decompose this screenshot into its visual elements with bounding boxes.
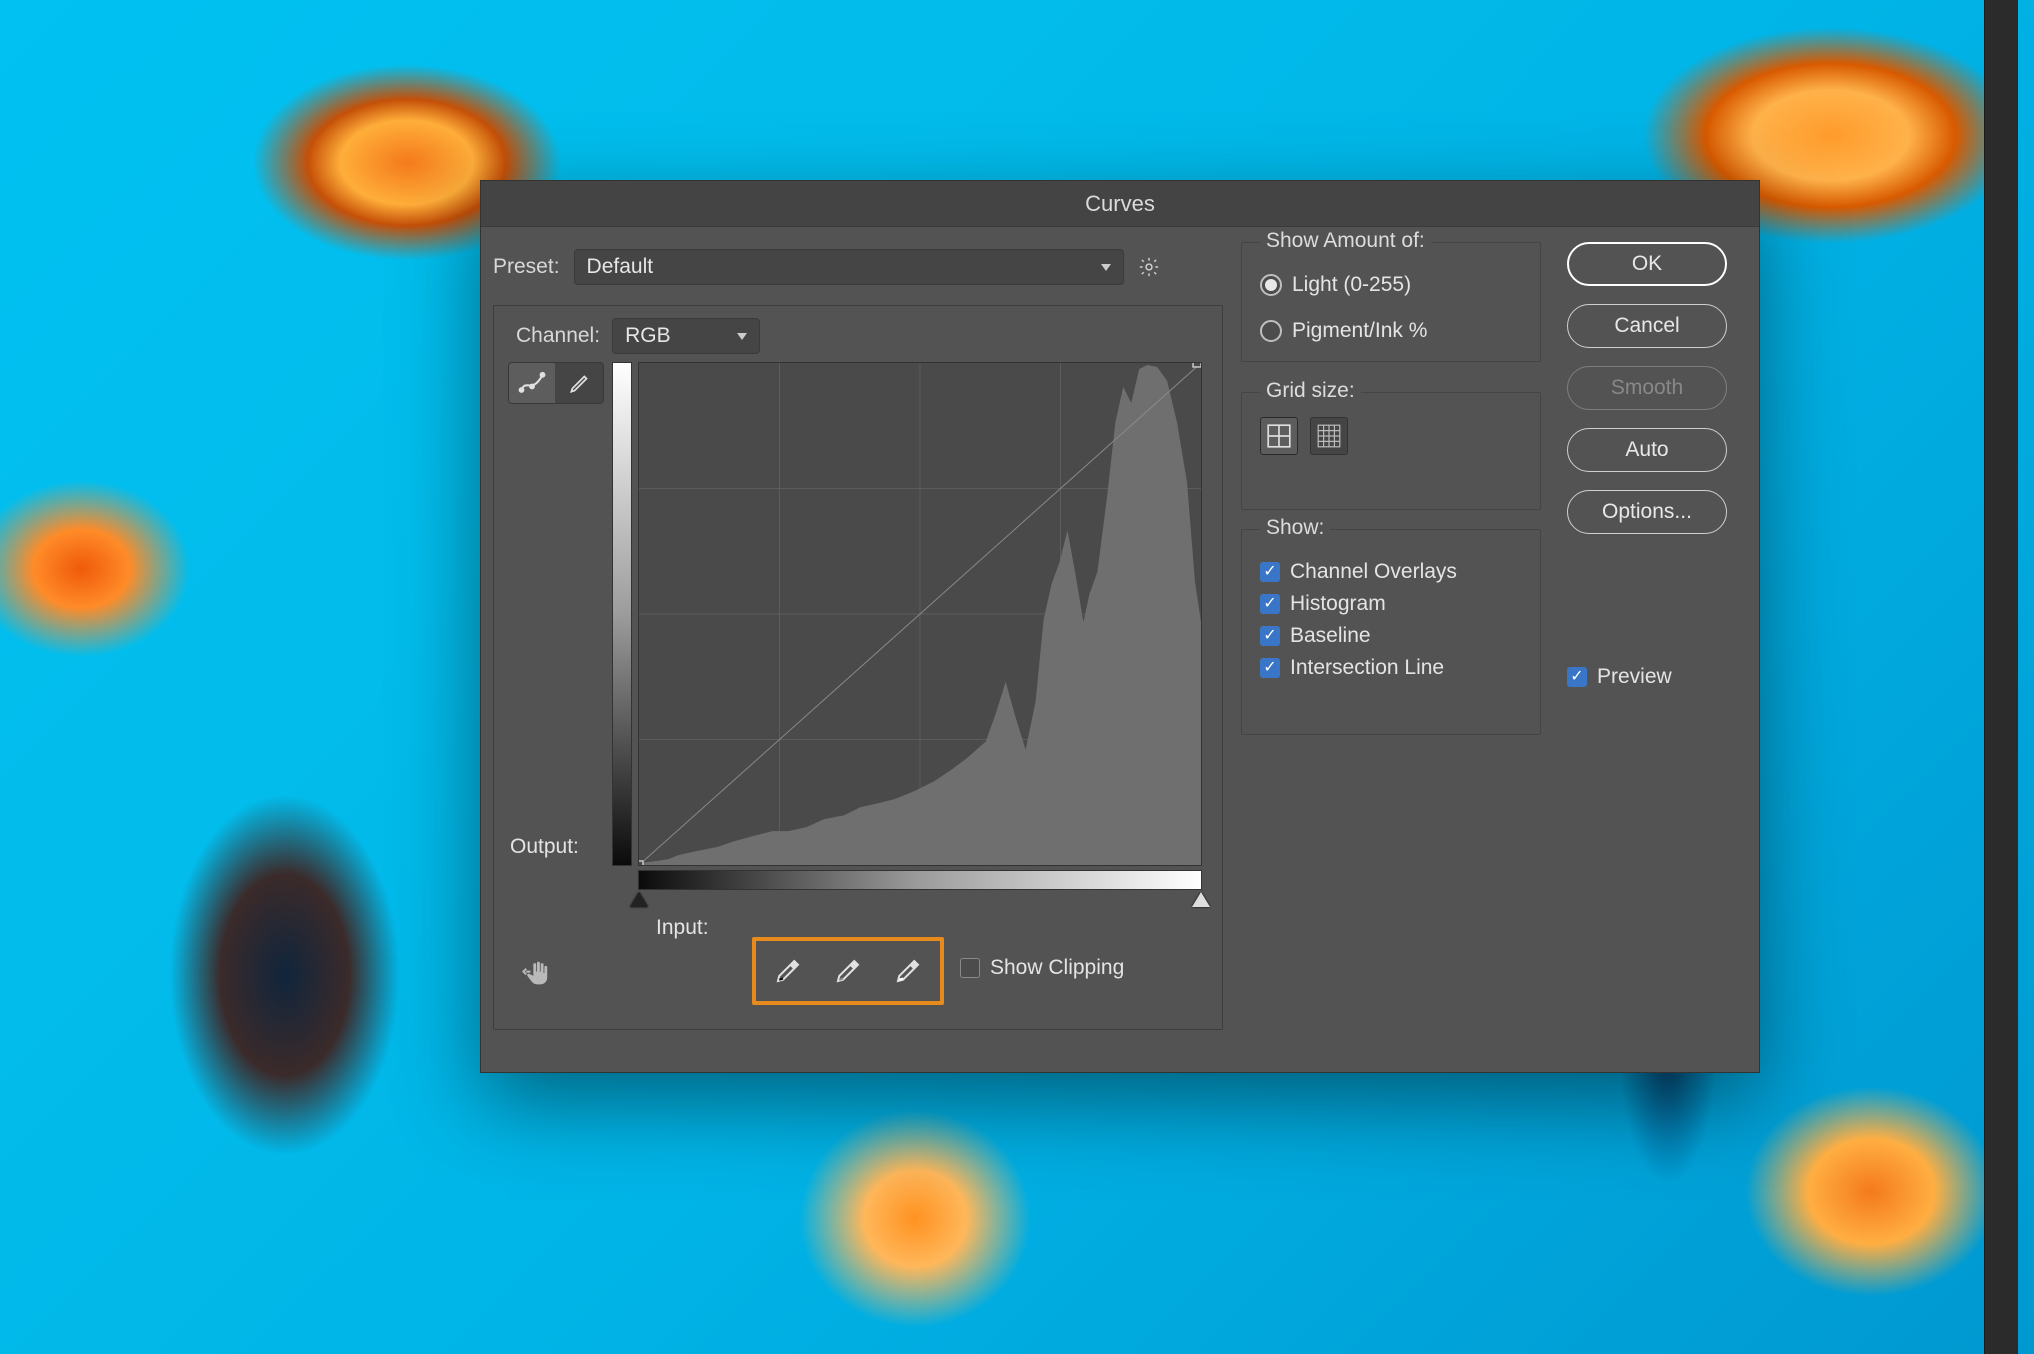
input-gradient <box>638 870 1202 890</box>
black-point-slider[interactable] <box>630 892 648 907</box>
grid-size-legend: Grid size: <box>1260 379 1361 403</box>
show-clipping-row[interactable]: Show Clipping <box>960 956 1124 980</box>
chevron-down-icon <box>737 333 747 340</box>
radio-light-label: Light (0-255) <box>1292 273 1411 297</box>
preview-row[interactable]: Preview <box>1567 665 1672 689</box>
auto-button[interactable]: Auto <box>1567 428 1727 472</box>
preset-row: Preset: Default <box>493 249 1162 285</box>
ok-button[interactable]: OK <box>1567 242 1727 286</box>
check-baseline-label: Baseline <box>1290 624 1371 648</box>
eyedropper-group-highlight <box>752 937 944 1005</box>
radio-light[interactable]: Light (0-255) <box>1260 273 1522 297</box>
cancel-button[interactable]: Cancel <box>1567 304 1727 348</box>
show-clipping-checkbox[interactable] <box>960 958 980 978</box>
check-intersection-box[interactable] <box>1260 658 1280 678</box>
white-point-slider[interactable] <box>1192 892 1210 907</box>
eyedropper-gray-point-icon[interactable] <box>818 943 878 999</box>
check-intersection-label: Intersection Line <box>1290 656 1444 680</box>
curve-tool-group <box>508 362 604 404</box>
grid-fine-icon[interactable] <box>1310 417 1348 455</box>
check-baseline[interactable]: Baseline <box>1260 624 1522 648</box>
grid-size-group: Grid size: <box>1241 392 1541 510</box>
preset-select[interactable]: Default <box>574 249 1124 285</box>
targeted-adjustment-icon[interactable] <box>522 956 562 990</box>
output-gradient <box>612 362 632 866</box>
radio-pigment-label: Pigment/Ink % <box>1292 319 1427 343</box>
output-label: Output: <box>510 835 579 859</box>
dialog-body: Preset: Default Channel: RGB <box>481 227 1759 1072</box>
preview-label: Preview <box>1597 665 1672 689</box>
pencil-tool-icon[interactable] <box>557 363 603 403</box>
show-amount-legend: Show Amount of: <box>1260 229 1431 253</box>
eyedropper-white-point-icon[interactable] <box>878 943 938 999</box>
check-channel-overlays-label: Channel Overlays <box>1290 560 1457 584</box>
check-baseline-box[interactable] <box>1260 626 1280 646</box>
show-legend: Show: <box>1260 516 1330 540</box>
channel-value: RGB <box>625 324 671 348</box>
dialog-title: Curves <box>1085 191 1155 217</box>
curves-dialog: Curves Preset: Default Channel: RGB <box>480 180 1760 1073</box>
button-column: OK Cancel Smooth Auto Options... <box>1567 242 1727 534</box>
gear-icon[interactable] <box>1138 255 1162 279</box>
chevron-down-icon <box>1101 264 1111 271</box>
radio-pigment-input[interactable] <box>1260 320 1282 342</box>
check-intersection[interactable]: Intersection Line <box>1260 656 1522 680</box>
eyedropper-black-point-icon[interactable] <box>758 943 818 999</box>
radio-light-input[interactable] <box>1260 274 1282 296</box>
check-channel-overlays[interactable]: Channel Overlays <box>1260 560 1522 584</box>
dialog-titlebar[interactable]: Curves <box>481 181 1759 227</box>
preview-checkbox[interactable] <box>1567 667 1587 687</box>
check-histogram[interactable]: Histogram <box>1260 592 1522 616</box>
curve-canvas[interactable] <box>638 362 1202 866</box>
show-group: Show: Channel Overlays Histogram Baselin… <box>1241 529 1541 735</box>
options-button[interactable]: Options... <box>1567 490 1727 534</box>
channel-row: Channel: RGB <box>516 318 760 354</box>
curves-graph-panel: Channel: RGB <box>493 305 1223 1030</box>
preset-value: Default <box>587 255 654 279</box>
radio-pigment[interactable]: Pigment/Ink % <box>1260 319 1522 343</box>
channel-label: Channel: <box>516 324 600 348</box>
check-histogram-box[interactable] <box>1260 594 1280 614</box>
check-histogram-label: Histogram <box>1290 592 1386 616</box>
channel-select[interactable]: RGB <box>612 318 760 354</box>
preset-label: Preset: <box>493 255 560 279</box>
curve-tool-icon[interactable] <box>509 363 555 403</box>
check-channel-overlays-box[interactable] <box>1260 562 1280 582</box>
input-label: Input: <box>656 916 709 940</box>
show-clipping-label: Show Clipping <box>990 956 1124 980</box>
smooth-button: Smooth <box>1567 366 1727 410</box>
right-panel-strip <box>1984 0 2018 1354</box>
grid-coarse-icon[interactable] <box>1260 417 1298 455</box>
show-amount-group: Show Amount of: Light (0-255) Pigment/In… <box>1241 242 1541 362</box>
